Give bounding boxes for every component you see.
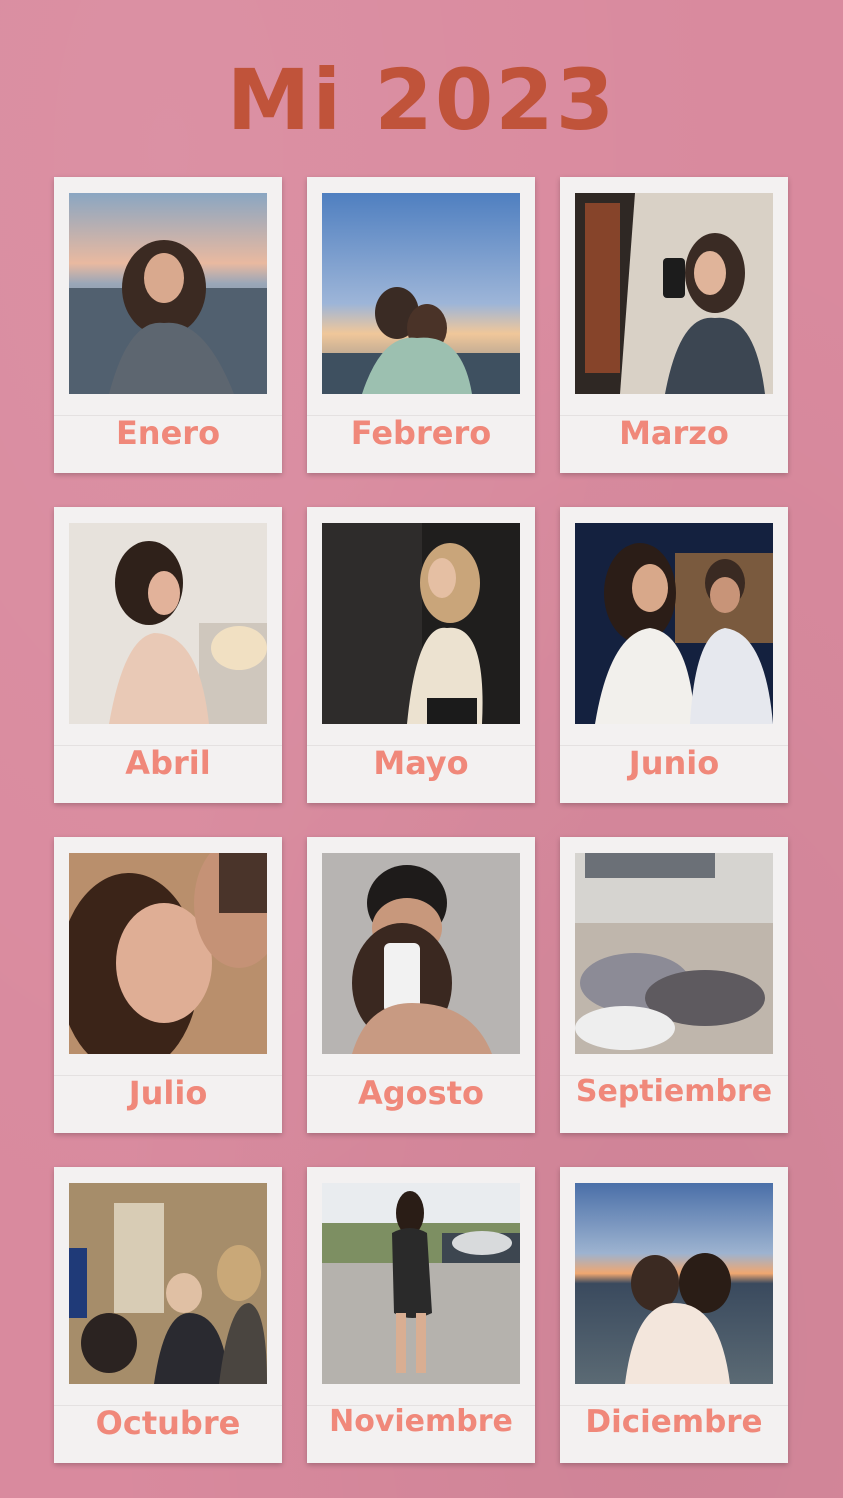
month-label-noviembre: Noviembre — [329, 1404, 513, 1439]
photo-marzo — [575, 193, 773, 394]
polaroid-noviembre[interactable]: Noviembre — [307, 1167, 535, 1463]
photo-septiembre — [575, 853, 773, 1054]
polaroid-marzo[interactable]: Marzo — [560, 177, 788, 473]
polaroid-junio[interactable]: Junio — [560, 507, 788, 803]
month-label-marzo: Marzo — [619, 414, 729, 452]
photo-diciembre — [575, 1183, 773, 1384]
month-label-diciembre: Diciembre — [585, 1404, 763, 1440]
photo-abril — [69, 523, 267, 724]
month-label-agosto: Agosto — [358, 1074, 484, 1112]
polaroid-septiembre[interactable]: Septiembre — [560, 837, 788, 1133]
month-label-abril: Abril — [125, 744, 211, 782]
polaroid-diciembre[interactable]: Diciembre — [560, 1167, 788, 1463]
photo-junio — [575, 523, 773, 724]
photo-noviembre — [322, 1183, 520, 1384]
photo-agosto — [322, 853, 520, 1054]
polaroid-octubre[interactable]: Octubre — [54, 1167, 282, 1463]
polaroid-mayo[interactable]: Mayo — [307, 507, 535, 803]
polaroid-abril[interactable]: Abril — [54, 507, 282, 803]
photo-enero — [69, 193, 267, 394]
month-label-febrero: Febrero — [350, 414, 492, 452]
polaroid-julio[interactable]: Julio — [54, 837, 282, 1133]
month-label-septiembre: Septiembre — [575, 1074, 773, 1109]
month-label-julio: Julio — [128, 1074, 208, 1112]
month-label-octubre: Octubre — [95, 1404, 241, 1442]
polaroid-febrero[interactable]: Febrero — [307, 177, 535, 473]
photo-mayo — [322, 523, 520, 724]
month-label-mayo: Mayo — [373, 744, 469, 782]
polaroid-enero[interactable]: Enero — [54, 177, 282, 473]
photo-octubre — [69, 1183, 267, 1384]
month-grid: Enero Febrero Marzo Abril Mayo Junio Jul… — [0, 0, 843, 1498]
photo-febrero — [322, 193, 520, 394]
polaroid-agosto[interactable]: Agosto — [307, 837, 535, 1133]
month-label-enero: Enero — [115, 414, 221, 452]
month-label-junio: Junio — [628, 744, 720, 782]
photo-julio — [69, 853, 267, 1054]
